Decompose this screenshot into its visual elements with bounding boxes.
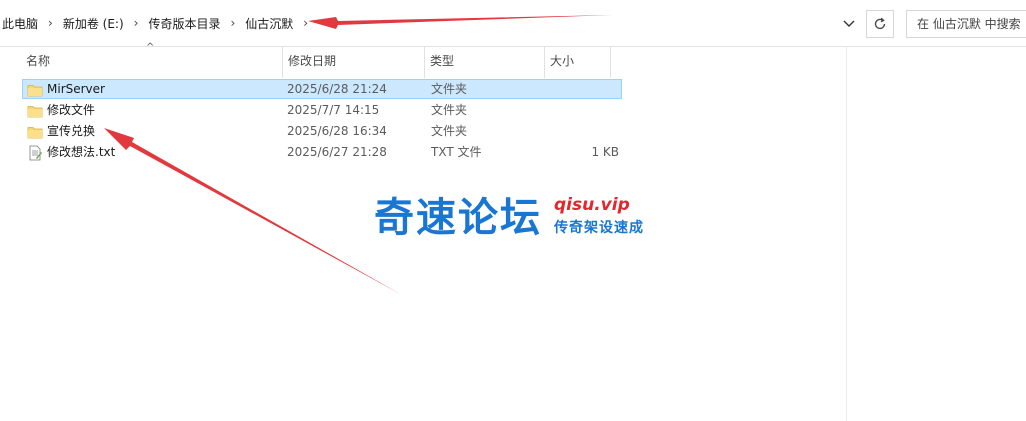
- search-input[interactable]: [917, 17, 1026, 31]
- refresh-button[interactable]: [866, 10, 894, 38]
- chevron-down-icon: [843, 20, 855, 27]
- breadcrumb-item-this-pc[interactable]: 此电脑: [0, 15, 40, 32]
- watermark-subtitle: 传奇架设速成: [554, 220, 644, 236]
- breadcrumb-chevron-icon[interactable]: ›: [222, 16, 243, 30]
- file-size: [569, 122, 619, 142]
- breadcrumb-item-current-folder[interactable]: 仙古沉默: [243, 15, 295, 32]
- file-date: 2025/6/28 16:34: [287, 124, 387, 138]
- breadcrumb-chevron-icon[interactable]: ›: [126, 16, 147, 30]
- file-type: 文件夹: [431, 124, 468, 138]
- file-row-ideas-txt[interactable]: 修改想法.txt 2025/6/27 21:28 TXT 文件 1 KB: [22, 142, 622, 162]
- file-type: 文件夹: [431, 103, 468, 117]
- column-header-date[interactable]: 修改日期: [282, 46, 424, 78]
- file-size: [569, 80, 619, 100]
- file-type: TXT 文件: [431, 145, 482, 159]
- folder-icon: [27, 85, 43, 97]
- file-date: 2025/7/7 14:15: [287, 103, 380, 117]
- column-divider[interactable]: [610, 46, 611, 78]
- text-file-icon: [29, 145, 42, 161]
- search-box[interactable]: [906, 10, 1026, 38]
- address-history-dropdown-button[interactable]: [836, 13, 862, 35]
- file-name[interactable]: 修改想法.txt: [47, 143, 115, 163]
- breadcrumb-item-drive[interactable]: 新加卷 (E:): [61, 15, 126, 32]
- folder-icon: [27, 106, 43, 118]
- breadcrumb-item-legend-dir[interactable]: 传奇版本目录: [146, 15, 222, 32]
- breadcrumb: 此电脑 › 新加卷 (E:) › 传奇版本目录 › 仙古沉默 ›: [0, 10, 866, 36]
- watermark-domain: qisu.vip: [554, 195, 630, 215]
- file-type: 文件夹: [431, 82, 468, 96]
- file-name[interactable]: 修改文件: [47, 101, 95, 121]
- file-row-modify-files[interactable]: 修改文件 2025/7/7 14:15 文件夹: [22, 100, 622, 120]
- address-bar: 此电脑 › 新加卷 (E:) › 传奇版本目录 › 仙古沉默 ›: [0, 0, 1026, 47]
- column-headers: ^ 名称 修改日期 类型 大小: [20, 42, 846, 78]
- refresh-icon: [874, 17, 886, 30]
- breadcrumb-chevron-icon[interactable]: ›: [295, 16, 316, 30]
- file-name[interactable]: MirServer: [47, 80, 105, 100]
- folder-icon: [27, 127, 43, 139]
- watermark: 奇速论坛 qisu.vip 传奇架设速成: [374, 194, 664, 250]
- watermark-title: 奇速论坛: [374, 195, 542, 241]
- file-date: 2025/6/27 21:28: [287, 145, 387, 159]
- column-header-type[interactable]: 类型: [424, 46, 544, 78]
- file-size: 1 KB: [591, 145, 619, 159]
- file-row-promo-exchange[interactable]: 宣传兑换 2025/6/28 16:34 文件夹: [22, 121, 622, 141]
- pane-divider: [846, 46, 847, 421]
- file-size: [569, 101, 619, 121]
- file-date: 2025/6/28 21:24: [287, 82, 387, 96]
- breadcrumb-chevron-icon[interactable]: ›: [40, 16, 61, 30]
- file-row-mirserver[interactable]: MirServer 2025/6/28 21:24 文件夹: [22, 79, 622, 99]
- column-header-size[interactable]: 大小: [544, 46, 610, 78]
- column-header-name[interactable]: 名称: [20, 46, 282, 78]
- file-name[interactable]: 宣传兑换: [47, 122, 95, 142]
